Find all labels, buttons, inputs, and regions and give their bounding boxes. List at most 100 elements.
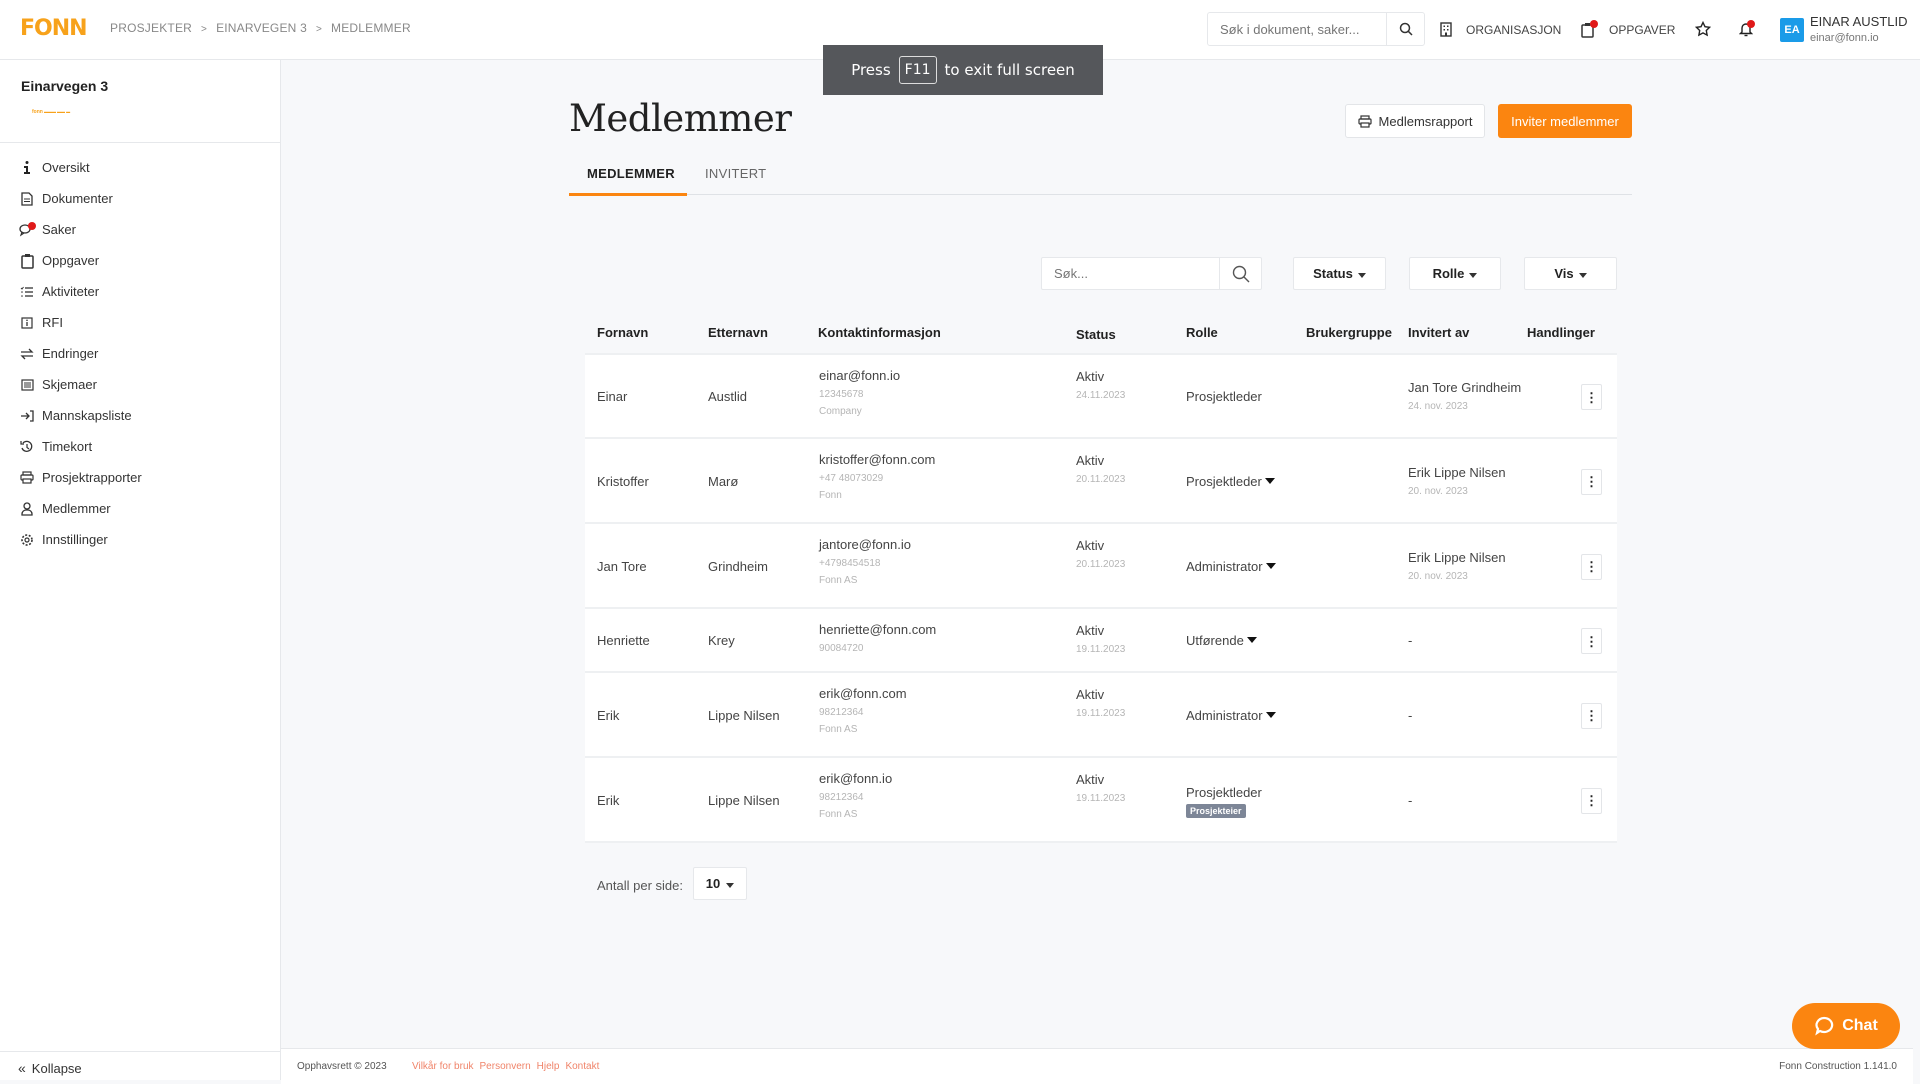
global-search-input[interactable] [1208,13,1386,45]
email[interactable]: jantore@fonn.io [819,537,911,552]
tab-invitert[interactable]: INVITERT [705,166,766,181]
last-name-cell: Lippe Nilsen [708,792,780,808]
chat-button[interactable]: Chat [1792,1003,1900,1049]
email[interactable]: einar@fonn.io [819,368,900,383]
sidebar-item-oversikt[interactable]: Oversikt [0,152,281,183]
column-header[interactable]: Fornavn [597,325,648,340]
organisation-link[interactable]: ORGANISASJON [1440,22,1561,37]
row-actions-button[interactable]: ⋮ [1581,384,1602,410]
sidebar-item-endringer[interactable]: Endringer [0,338,281,369]
global-search-button[interactable] [1386,13,1424,45]
gear-icon [19,532,35,548]
footer-link-contact[interactable]: Kontakt [565,1061,599,1072]
breadcrumb-project[interactable]: EINARVEGEN 3 [216,21,307,35]
member-search-button[interactable] [1219,258,1261,289]
invited-by-name: Erik Lippe Nilsen [1408,549,1506,565]
first-name-cell: Kristoffer [597,473,649,489]
chat-label: Chat [1842,1017,1878,1034]
sidebar-item-rfi[interactable]: RFI [0,307,281,338]
more-vertical-icon: ⋮ [1585,633,1598,649]
company: Company [819,406,862,417]
row-actions-button[interactable]: ⋮ [1581,553,1602,580]
more-vertical-icon: ⋮ [1585,559,1598,574]
status-filter[interactable]: Status [1293,257,1386,290]
project-logo: fonn ▬▬▬ ▬▬ ▬ [32,109,71,115]
breadcrumb: PROSJEKTER > EINARVEGEN 3 > MEDLEMMER [110,21,411,35]
role-dropdown[interactable]: Prosjektleder [1186,474,1275,489]
footer-link-privacy[interactable]: Personvern [480,1061,531,1072]
sidebar-item-dokumenter[interactable]: Dokumenter [0,183,281,214]
email[interactable]: erik@fonn.com [819,686,907,701]
sidebar-item-label: Dokumenter [42,191,113,206]
footer-link-help[interactable]: Hjelp [537,1061,560,1072]
tasks-link[interactable]: OPPGAVER [1581,20,1676,38]
role-dropdown[interactable]: Administrator [1186,708,1276,723]
invite-members-button[interactable]: Inviter medlemmer [1498,104,1632,138]
email[interactable]: erik@fonn.io [819,771,892,786]
email[interactable]: henriette@fonn.com [819,622,936,637]
sidebar-item-medlemmer[interactable]: Medlemmer [0,493,281,524]
more-vertical-icon: ⋮ [1585,793,1598,808]
notification-dot [28,221,36,230]
sidebar-item-innstillinger[interactable]: Innstillinger [0,524,281,555]
invited-by-name: Erik Lippe Nilsen [1408,464,1506,480]
member-report-button[interactable]: Medlemsrapport [1345,104,1485,138]
search-icon [1232,265,1249,282]
column-header[interactable]: Kontaktinformasjon [818,325,941,340]
sidebar-item-timekort[interactable]: Timekort [0,431,281,462]
role-cell: Prosjektleder Prosjekteier [1186,785,1262,818]
sidebar-item-prosjektrapporter[interactable]: Prosjektrapporter [0,462,281,493]
breadcrumb-projects[interactable]: PROSJEKTER [110,21,192,35]
divider [0,142,281,143]
sidebar-item-oppgaver[interactable]: Oppgaver [0,245,281,276]
tab-medlemmer[interactable]: MEDLEMMER [587,166,675,181]
role-cell: Prosjektleder [1186,389,1262,404]
sidebar-item-mannskapsliste[interactable]: Mannskapsliste [0,400,281,431]
contact-cell: kristoffer@fonn.com +47 48073029 Fonn [819,452,935,501]
sidebar-item-skjemaer[interactable]: Skjemaer [0,369,281,400]
status-text: Aktiv [1076,538,1105,553]
contact-cell: jantore@fonn.io +4798454518 Fonn AS [819,537,911,586]
column-header[interactable]: Rolle [1186,325,1218,340]
sidebar-item-aktiviteter[interactable]: Aktiviteter [0,276,281,307]
invited-by-name: Jan Tore Grindheim [1408,380,1522,395]
collapse-sidebar-button[interactable]: « Kollapse [18,1060,82,1076]
column-header[interactable]: Status [1076,327,1116,342]
fonn-logo[interactable]: FONN [20,16,88,41]
notifications-button[interactable] [1735,18,1757,40]
user-avatar[interactable]: EA [1780,18,1804,42]
copyright: Opphavsrett © 2023 [297,1061,387,1072]
favorites-button[interactable] [1692,18,1714,40]
status-date: 24.11.2023 [1076,390,1126,401]
row-actions-button[interactable]: ⋮ [1581,702,1602,729]
printer-icon [19,470,35,486]
row-actions-button[interactable]: ⋮ [1581,468,1602,495]
role-filter[interactable]: Rolle [1409,257,1501,290]
role-dropdown[interactable]: Utførende [1186,633,1257,648]
per-page-select[interactable]: 10 [693,867,747,900]
caret-down-icon [1469,272,1478,278]
column-header[interactable]: Invitert av [1408,325,1469,340]
status-date: 20.11.2023 [1076,474,1126,485]
role-dropdown[interactable]: Administrator [1186,559,1276,574]
view-filter[interactable]: Vis [1524,257,1617,290]
table-header: Fornavn Etternavn Kontaktinformasjon Sta… [585,310,1617,355]
tasks-label: OPPGAVER [1609,23,1676,37]
table-row: Einar Austlid einar@fonn.io 12345678 Comp… [585,355,1617,439]
member-search-input[interactable] [1042,258,1218,289]
phone: 90084720 [819,643,864,654]
status-text: Aktiv [1076,772,1105,787]
sidebar: Einarvegen 3 fonn ▬▬▬ ▬▬ ▬ Oversikt Doku… [0,60,281,1080]
column-header: Handlinger [1527,325,1595,340]
column-header[interactable]: Etternavn [708,325,768,340]
row-actions-button[interactable]: ⋮ [1581,787,1602,814]
column-header[interactable]: Brukergruppe [1306,325,1392,340]
row-actions-button[interactable]: ⋮ [1581,628,1602,654]
sidebar-item-saker[interactable]: Saker [0,214,281,245]
email[interactable]: kristoffer@fonn.com [819,452,935,467]
per-page-value: 10 [705,876,721,891]
user-name[interactable]: EINAR AUSTLID [1810,14,1908,29]
sidebar-nav: Oversikt Dokumenter Saker Oppgaver Aktiv… [0,152,281,555]
footer-link-terms[interactable]: Vilkår for bruk [412,1061,474,1072]
invited-by-cell: Erik Lippe Nilsen 20. nov. 2023 [1408,550,1506,582]
